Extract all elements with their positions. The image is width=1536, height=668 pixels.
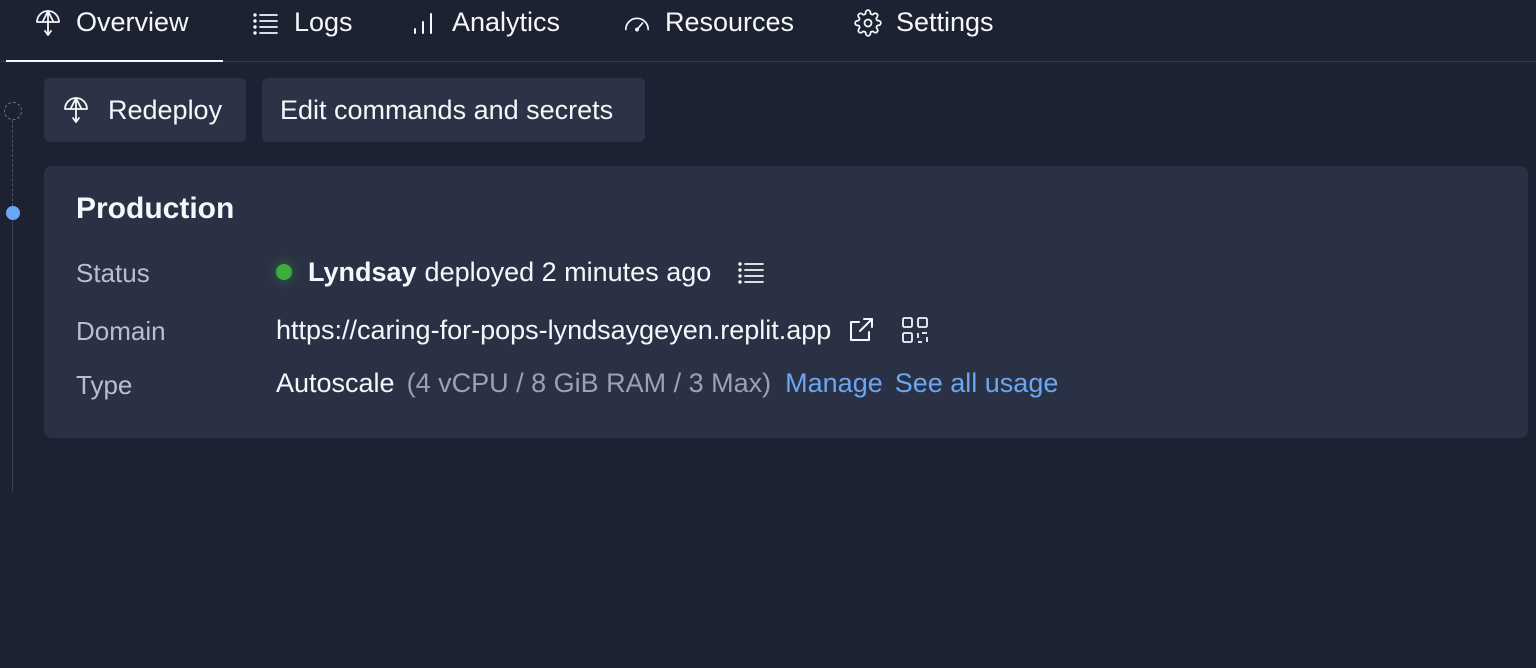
- type-value: Autoscale (4 vCPU / 8 GiB RAM / 3 Max) M…: [276, 368, 1058, 399]
- deploy-time: deployed 2 minutes ago: [424, 256, 712, 287]
- status-indicator: [276, 264, 292, 280]
- scaling-type: Autoscale: [276, 368, 395, 398]
- tab-settings[interactable]: Settings: [854, 0, 994, 61]
- machine-spec: (4 vCPU / 8 GiB RAM / 3 Max): [406, 368, 772, 398]
- edit-commands-button[interactable]: Edit commands and secrets: [262, 78, 645, 142]
- tab-overview[interactable]: Overview: [6, 0, 223, 62]
- tab-resources[interactable]: Resources: [623, 0, 794, 61]
- timeline-current-node: [6, 206, 20, 220]
- external-link-icon[interactable]: [845, 314, 877, 346]
- tab-settings-label: Settings: [896, 7, 994, 37]
- manage-link[interactable]: Manage: [785, 368, 883, 399]
- production-card: Production Status Lyndsay deployed 2 min…: [44, 166, 1528, 438]
- timeline-connector-dashed: [12, 120, 13, 206]
- status-value: Lyndsay deployed 2 minutes ago: [276, 256, 767, 288]
- see-all-usage-link[interactable]: See all usage: [895, 368, 1059, 399]
- gauge-icon: [623, 9, 651, 37]
- list-icon[interactable]: [735, 256, 767, 288]
- tab-resources-label: Resources: [665, 7, 795, 37]
- tab-bar: Overview Logs Analytics Resources Settin…: [0, 0, 1536, 62]
- tab-analytics-label: Analytics: [452, 7, 561, 37]
- qr-code-icon[interactable]: [899, 314, 931, 346]
- redeploy-button-label: Redeploy: [108, 94, 223, 125]
- deploy-icon: [34, 9, 62, 37]
- gear-icon: [854, 8, 882, 37]
- edit-commands-button-label: Edit commands and secrets: [280, 94, 614, 125]
- deployer-name: Lyndsay: [308, 256, 417, 287]
- bar-chart-icon: [410, 9, 438, 37]
- redeploy-button[interactable]: Redeploy: [44, 78, 246, 142]
- domain-label: Domain: [76, 316, 166, 346]
- status-label: Status: [76, 258, 150, 288]
- timeline-pending-node: [4, 102, 22, 120]
- tab-overview-label: Overview: [76, 7, 189, 37]
- tab-logs[interactable]: Logs: [252, 0, 353, 61]
- tab-analytics[interactable]: Analytics: [410, 0, 560, 61]
- type-label: Type: [76, 370, 133, 400]
- card-title: Production: [76, 192, 235, 225]
- tab-logs-label: Logs: [294, 7, 353, 37]
- domain-url[interactable]: https://caring-for-pops-lyndsaygeyen.rep…: [276, 315, 831, 346]
- timeline-connector: [12, 220, 13, 492]
- list-icon: [252, 9, 280, 37]
- domain-value: https://caring-for-pops-lyndsaygeyen.rep…: [276, 314, 931, 346]
- deploy-icon: [62, 96, 90, 124]
